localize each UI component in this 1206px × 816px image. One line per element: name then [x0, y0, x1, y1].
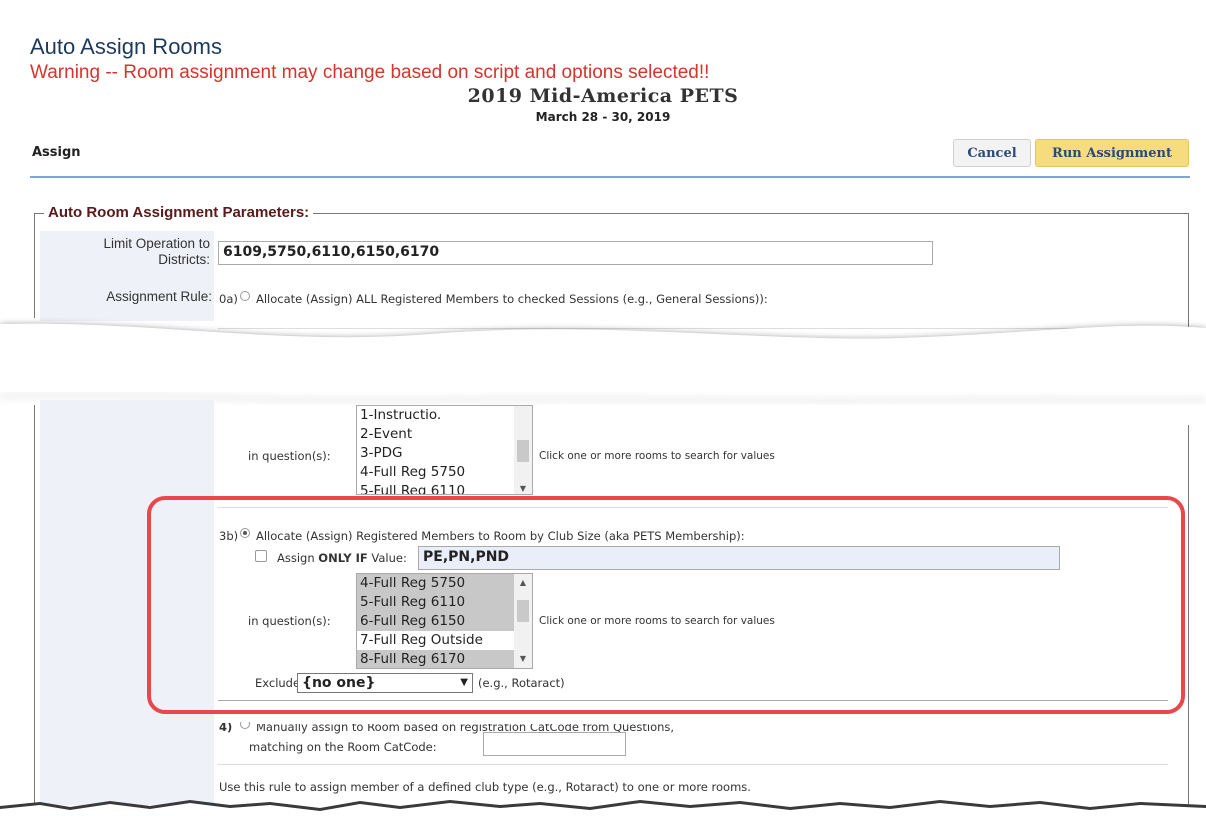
section-label: Assign: [32, 145, 81, 160]
cancel-button[interactable]: Cancel: [953, 139, 1031, 167]
highlight-box: [147, 496, 1185, 714]
rule-separator: [218, 764, 1168, 765]
header-divider: [30, 176, 1190, 178]
warning-message: Warning -- Room assignment may change ba…: [30, 62, 710, 83]
question-listbox-1[interactable]: 1-Instructio. 2-Event 3-PDG 4-Full Reg 5…: [356, 405, 533, 495]
question-label-1: in question(s):: [248, 449, 331, 463]
list-item[interactable]: 2-Event: [357, 425, 532, 444]
list-item[interactable]: 1-Instructio.: [357, 406, 532, 425]
page-title: Auto Assign Rooms: [30, 34, 222, 59]
scrollbar[interactable]: ▼: [514, 406, 532, 494]
list-item[interactable]: 3-PDG: [357, 444, 532, 463]
fieldset-border-right-lower: [1188, 425, 1189, 805]
scrollbar-thumb[interactable]: [517, 440, 529, 462]
rule-4-prefix: 4): [219, 720, 233, 734]
scroll-down-icon[interactable]: ▼: [515, 484, 531, 494]
fieldset-border-left-lower: [34, 405, 35, 805]
rule-4-line2: matching on the Room CatCode:: [249, 740, 437, 754]
torn-edge-bottom: [0, 800, 1206, 816]
footer-note: Use this rule to assign member of a defi…: [219, 780, 751, 794]
question-hint-1: Click one or more rooms to search for va…: [539, 450, 775, 462]
run-assignment-button[interactable]: Run Assignment: [1035, 139, 1189, 167]
list-item[interactable]: 4-Full Reg 5750: [357, 463, 532, 482]
torn-edge-break: [0, 323, 1206, 415]
rule-4-radio[interactable]: [240, 722, 250, 729]
catcode-input[interactable]: [483, 732, 626, 756]
fieldset-legend: Auto Room Assignment Parameters:: [44, 204, 314, 221]
districts-input[interactable]: 6109,5750,6110,6150,6170: [218, 241, 933, 265]
list-item[interactable]: 5-Full Reg 6110: [357, 482, 532, 494]
event-name: 2019 Mid-America PETS: [467, 85, 739, 107]
event-dates: March 28 - 30, 2019: [535, 110, 671, 124]
limit-districts-label: Limit Operation to Districts:: [103, 236, 210, 267]
